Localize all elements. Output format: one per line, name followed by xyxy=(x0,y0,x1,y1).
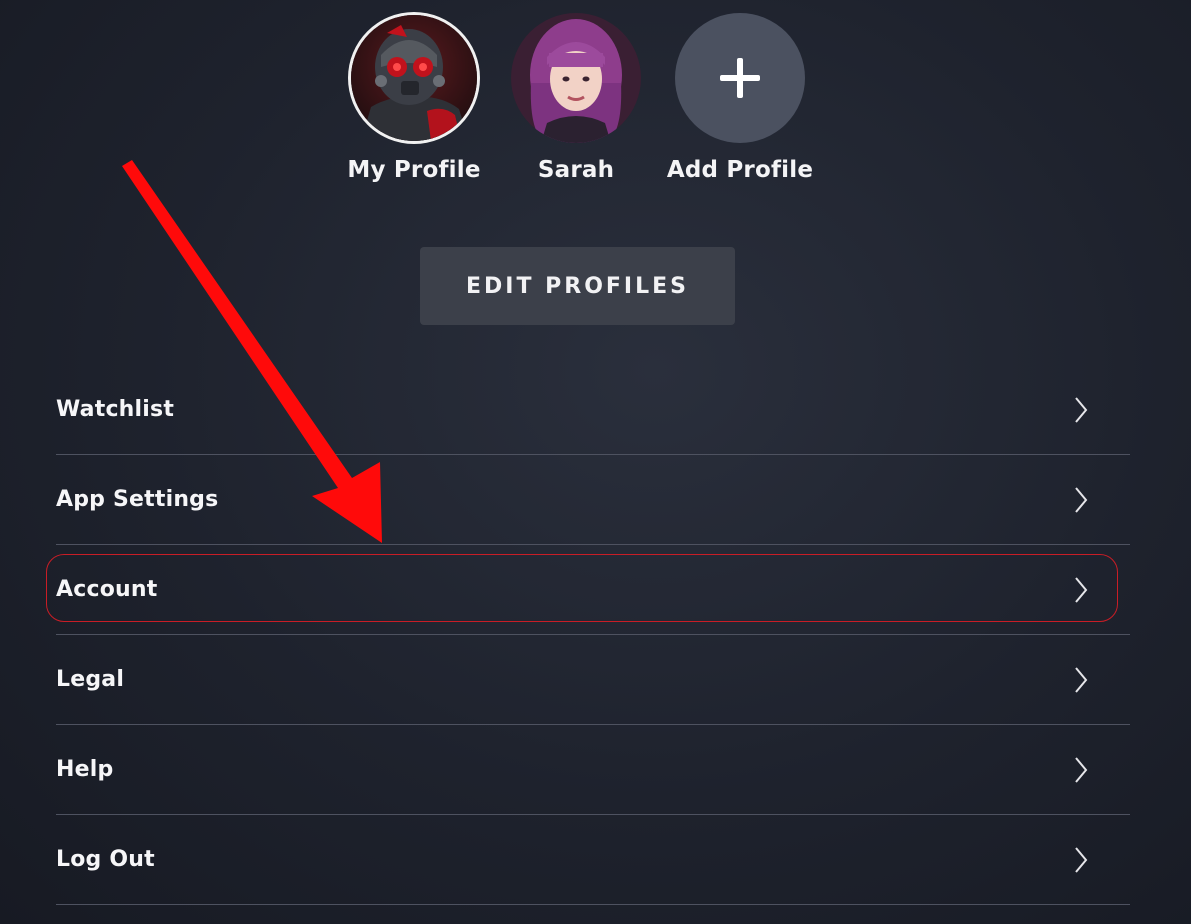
menu-item-legal[interactable]: Legal xyxy=(56,635,1130,725)
chevron-right-icon xyxy=(1075,666,1088,693)
menu-item-label: Legal xyxy=(56,667,125,692)
menu-item-app-settings[interactable]: App Settings xyxy=(56,455,1130,545)
chevron-right-icon xyxy=(1075,396,1088,423)
add-profile-circle[interactable] xyxy=(675,13,805,143)
profile-add[interactable]: Add Profile xyxy=(655,13,825,183)
menu-item-log-out[interactable]: Log Out xyxy=(56,815,1130,905)
chevron-right-icon xyxy=(1075,756,1088,783)
menu-item-label: Account xyxy=(56,577,158,602)
ant-man-avatar[interactable] xyxy=(351,15,477,141)
purple-hair-avatar-icon xyxy=(511,13,641,143)
settings-menu: Watchlist App Settings Account Legal Hel… xyxy=(56,365,1130,905)
profile-my-profile[interactable]: My Profile xyxy=(329,13,499,183)
menu-item-label: Help xyxy=(56,757,114,782)
profile-sarah[interactable]: Sarah xyxy=(491,13,661,183)
profile-name-sarah: Sarah xyxy=(537,157,615,183)
plus-icon xyxy=(720,58,760,98)
sarah-avatar[interactable] xyxy=(511,13,641,143)
menu-item-label: Log Out xyxy=(56,847,155,872)
menu-item-label: App Settings xyxy=(56,487,219,512)
menu-item-label: Watchlist xyxy=(56,397,175,422)
edit-profiles-button[interactable]: EDIT PROFILES xyxy=(420,247,735,325)
menu-item-account[interactable]: Account xyxy=(56,545,1130,635)
profile-picker: My Profile Sarah Add Profile xyxy=(0,13,1191,203)
chevron-right-icon xyxy=(1075,846,1088,873)
ant-man-helmet-icon xyxy=(351,15,477,141)
menu-item-help[interactable]: Help xyxy=(56,725,1130,815)
chevron-right-icon xyxy=(1075,486,1088,513)
chevron-right-icon xyxy=(1075,576,1088,603)
menu-item-watchlist[interactable]: Watchlist xyxy=(56,365,1130,455)
profile-name-add: Add Profile xyxy=(666,157,814,183)
profile-name-my-profile: My Profile xyxy=(347,157,481,183)
